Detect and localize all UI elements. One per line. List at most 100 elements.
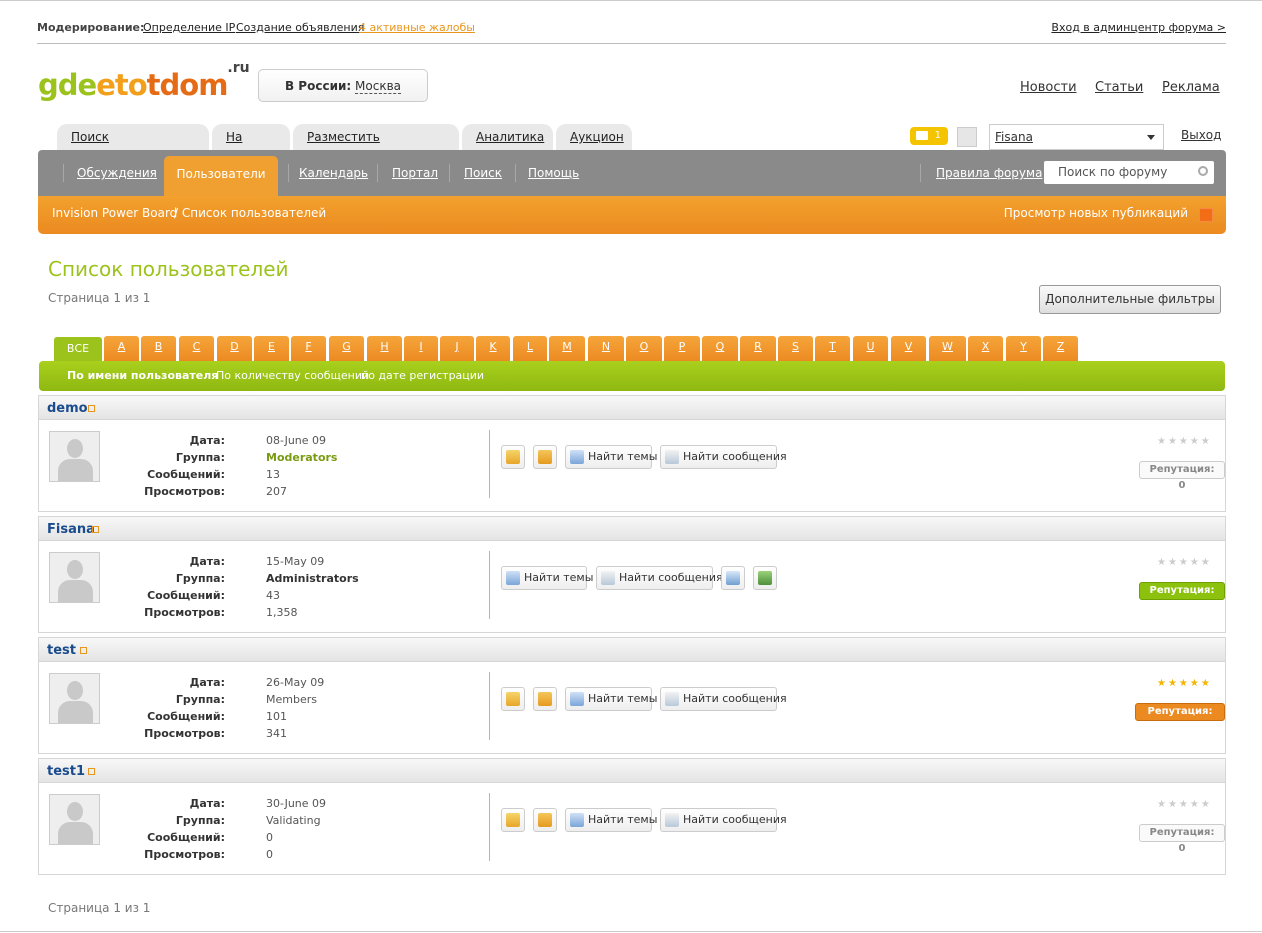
- rating-stars[interactable]: ★★★★★: [1157, 436, 1212, 447]
- region-city[interactable]: Москва: [355, 79, 401, 94]
- active-reports-link[interactable]: 4 активные жалобы: [359, 21, 475, 34]
- member-name-link[interactable]: test: [47, 643, 76, 658]
- nav-articles[interactable]: Статьи: [1095, 80, 1143, 95]
- search-icon[interactable]: [1198, 166, 1208, 176]
- letter-tab-m[interactable]: M: [549, 336, 585, 361]
- letter-tab-a[interactable]: A: [104, 336, 139, 361]
- letter-tab-e[interactable]: E: [254, 336, 289, 361]
- avatar[interactable]: [49, 794, 100, 845]
- rss-icon[interactable]: [1199, 208, 1213, 222]
- tab-analytics[interactable]: Аналитика: [462, 124, 553, 150]
- tab-post-ad[interactable]: Разместить объявление: [293, 124, 459, 170]
- letter-tab-f[interactable]: F: [291, 336, 326, 361]
- add-friend-icon[interactable]: [501, 445, 525, 469]
- letter-tab-i[interactable]: I: [404, 336, 438, 361]
- letter-tab-q[interactable]: Q: [702, 336, 738, 361]
- user-avatar[interactable]: [957, 127, 977, 147]
- avatar[interactable]: [49, 431, 100, 482]
- site-logo[interactable]: gdeetotdom.ru: [38, 60, 250, 102]
- rating-stars[interactable]: ★★★★★: [1157, 799, 1212, 810]
- avatar[interactable]: [49, 673, 100, 724]
- letter-tab-o[interactable]: O: [626, 336, 662, 361]
- find-topics-button[interactable]: Найти темы: [501, 566, 593, 590]
- external-link-icon[interactable]: [80, 647, 87, 654]
- add-friend-icon[interactable]: [501, 687, 525, 711]
- letter-tab-g[interactable]: G: [329, 336, 364, 361]
- letter-tab-c[interactable]: C: [179, 336, 214, 361]
- member-name-link[interactable]: test1: [47, 764, 85, 779]
- letter-tab-s[interactable]: S: [778, 336, 813, 361]
- page-title: Список пользователей: [48, 257, 289, 281]
- forum-search-input[interactable]: Поиск по форуму: [1044, 161, 1214, 184]
- nav-discussions[interactable]: Обсуждения: [77, 166, 157, 180]
- letter-tab-r[interactable]: R: [740, 336, 776, 361]
- letter-tab-y[interactable]: Y: [1006, 336, 1041, 361]
- letter-tab-z[interactable]: Z: [1043, 336, 1078, 361]
- find-topics-button[interactable]: Найти темы: [565, 808, 657, 832]
- nav-calendar[interactable]: Календарь: [299, 166, 368, 180]
- rating-stars[interactable]: ★★★★★: [1157, 678, 1212, 689]
- sort-by-name[interactable]: По имени пользователя: [67, 369, 218, 382]
- letter-tab-t[interactable]: T: [815, 336, 850, 361]
- tab-auction[interactable]: Аукцион: [556, 124, 632, 150]
- nav-ads[interactable]: Реклама: [1162, 80, 1220, 95]
- find-posts-button[interactable]: Найти сообщения: [596, 566, 723, 590]
- letter-tab-b[interactable]: B: [141, 336, 176, 361]
- letter-tab-l[interactable]: L: [513, 336, 547, 361]
- new-posts-link[interactable]: Просмотр новых публикаций: [1004, 206, 1188, 220]
- logout-link[interactable]: Выход: [1181, 128, 1221, 142]
- send-message-icon[interactable]: [533, 687, 557, 711]
- external-link-icon[interactable]: [92, 526, 99, 533]
- avatar[interactable]: [49, 552, 100, 603]
- find-topics-button[interactable]: Найти темы: [565, 687, 657, 711]
- member-name-link[interactable]: Fisana: [47, 522, 95, 537]
- reputation-badge: Репутация: -1: [1135, 703, 1225, 733]
- blog-icon[interactable]: [721, 566, 745, 590]
- sort-by-date[interactable]: по дате регистрации: [361, 369, 484, 382]
- gallery-icon[interactable]: [753, 566, 777, 590]
- letter-tab-w[interactable]: W: [929, 336, 966, 361]
- admin-center-link[interactable]: Вход в админцентр форума >: [1051, 21, 1226, 34]
- find-posts-button[interactable]: Найти сообщения: [660, 808, 787, 832]
- nav-portal[interactable]: Портал: [392, 166, 438, 180]
- external-link-icon[interactable]: [88, 768, 95, 775]
- ip-lookup-link[interactable]: Определение IP: [143, 21, 235, 34]
- tab-search-realty[interactable]: Поиск недвижимости: [57, 124, 209, 170]
- member-name-link[interactable]: demo: [47, 401, 88, 416]
- nav-news[interactable]: Новости: [1020, 80, 1077, 95]
- letter-tab-p[interactable]: P: [664, 336, 700, 361]
- letter-tab-d[interactable]: D: [217, 336, 252, 361]
- send-message-icon[interactable]: [533, 445, 557, 469]
- rating-stars[interactable]: ★★★★★: [1157, 557, 1212, 568]
- letter-tab-x[interactable]: X: [968, 336, 1003, 361]
- extra-filters-button[interactable]: Дополнительные фильтры: [1039, 285, 1221, 314]
- letter-tab-all[interactable]: ВСЕ: [54, 337, 102, 361]
- tab-map[interactable]: На карте: [212, 124, 290, 170]
- letter-tab-v[interactable]: V: [891, 336, 926, 361]
- create-ad-link[interactable]: Создание объявления: [236, 21, 364, 34]
- nav-search[interactable]: Поиск: [464, 166, 502, 180]
- letter-tab-h[interactable]: H: [367, 336, 402, 361]
- add-friend-icon[interactable]: [501, 808, 525, 832]
- nav-users-active[interactable]: Пользователи: [164, 156, 278, 196]
- letter-tab-u[interactable]: U: [853, 336, 888, 361]
- external-link-icon[interactable]: [88, 405, 95, 412]
- member-posts: 101: [266, 710, 287, 723]
- find-posts-button[interactable]: Найти сообщения: [660, 687, 787, 711]
- member-card: test Дата: 26-May 09 Группа: Members Сообщени…: [38, 637, 1226, 754]
- breadcrumb-root[interactable]: Invision Power Board: [52, 206, 177, 220]
- sort-by-posts[interactable]: По количеству сообщений: [216, 369, 369, 382]
- send-message-icon[interactable]: [533, 808, 557, 832]
- nav-help[interactable]: Помощь: [528, 166, 579, 180]
- letter-tab-j[interactable]: J: [440, 336, 474, 361]
- find-posts-button[interactable]: Найти сообщения: [660, 445, 787, 469]
- letter-tab-n[interactable]: N: [588, 336, 624, 361]
- find-topics-button[interactable]: Найти темы: [565, 445, 657, 469]
- messages-badge[interactable]: 1: [910, 127, 948, 145]
- member-group: Moderators: [266, 451, 338, 464]
- user-menu-select[interactable]: Fisana: [989, 124, 1164, 150]
- region-selector[interactable]: В России: Москва: [258, 69, 428, 102]
- letter-tab-k[interactable]: K: [476, 336, 510, 361]
- forum-rules-link[interactable]: Правила форума: [936, 166, 1042, 180]
- page-count-bottom: Страница 1 из 1: [48, 901, 151, 915]
